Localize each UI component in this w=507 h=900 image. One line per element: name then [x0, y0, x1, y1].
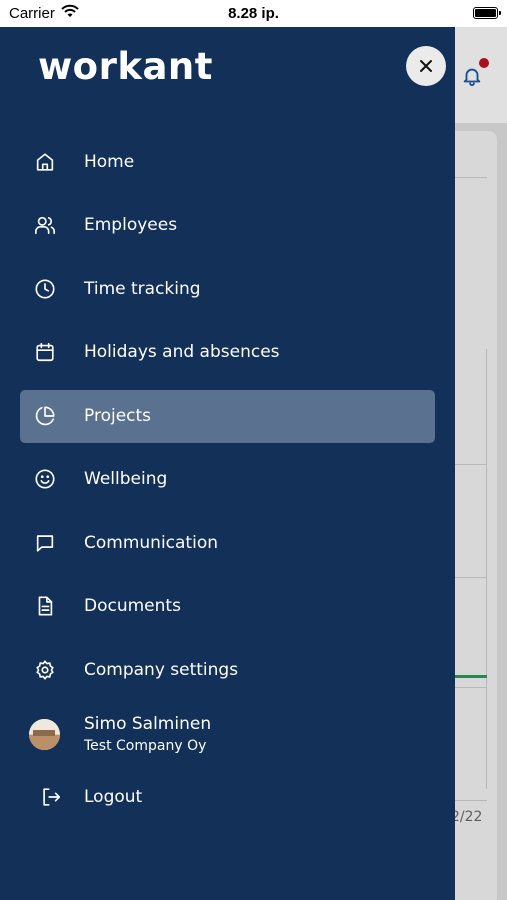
- nav-label: Wellbeing: [84, 469, 168, 489]
- users-icon: [35, 216, 55, 235]
- scrim-overlay[interactable]: [455, 27, 507, 900]
- nav-item-communication[interactable]: Communication: [20, 517, 435, 570]
- home-icon: [36, 153, 54, 171]
- pie-chart-icon: [35, 406, 55, 426]
- nav-item-wellbeing[interactable]: Wellbeing: [20, 453, 435, 506]
- avatar: [29, 719, 60, 750]
- nav-item-documents[interactable]: Documents: [20, 580, 435, 633]
- document-icon: [38, 596, 53, 616]
- nav-item-company-settings[interactable]: Company settings: [20, 644, 435, 697]
- status-bar: Carrier 8.28 ip.: [0, 0, 507, 27]
- close-icon: [420, 60, 432, 72]
- nav-label: Home: [84, 152, 135, 172]
- nav-label: Documents: [84, 596, 181, 616]
- nav-label: Projects: [84, 406, 152, 426]
- nav-label: Time tracking: [84, 279, 201, 299]
- nav-label: Company settings: [84, 660, 239, 680]
- nav-item-time-tracking[interactable]: Time tracking: [20, 263, 435, 316]
- logout-button[interactable]: Logout: [20, 771, 435, 824]
- nav-label: Holidays and absences: [84, 342, 280, 362]
- nav-item-home[interactable]: Home: [20, 136, 435, 189]
- nav-item-holidays[interactable]: Holidays and absences: [20, 326, 435, 379]
- smile-icon: [35, 469, 55, 489]
- user-profile[interactable]: Simo Salminen Test Company Oy: [20, 707, 435, 763]
- calendar-icon: [36, 342, 54, 362]
- nav-label: Logout: [84, 787, 143, 807]
- close-button[interactable]: [406, 46, 446, 86]
- nav-label: Employees: [84, 215, 178, 235]
- profile-name: Simo Salminen: [84, 714, 212, 734]
- nav-label: Communication: [84, 533, 218, 553]
- battery-icon: [473, 7, 501, 19]
- nav-item-projects[interactable]: Projects: [20, 390, 435, 443]
- clock-icon: [35, 279, 55, 299]
- background-app: 2/22: [455, 27, 507, 900]
- logout-icon: [43, 788, 61, 806]
- navigation-drawer: workant Home Employees Time tracking Hol…: [0, 27, 455, 900]
- workant-logo: workant: [38, 45, 213, 88]
- chat-icon: [36, 535, 54, 552]
- gear-icon: [36, 660, 54, 680]
- status-time: 8.28 ip.: [228, 5, 279, 22]
- profile-company: Test Company Oy: [84, 738, 207, 754]
- nav-item-employees[interactable]: Employees: [20, 199, 435, 252]
